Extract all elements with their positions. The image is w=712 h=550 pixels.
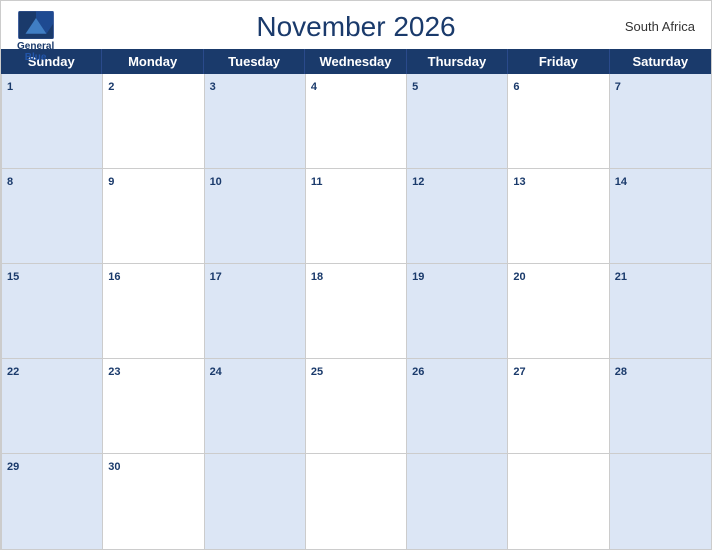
day-cell: 11 — [306, 169, 407, 264]
day-number: 8 — [7, 176, 13, 188]
logo-general: General — [17, 41, 54, 52]
day-cell: 20 — [508, 264, 609, 359]
day-cell: 2 — [103, 74, 204, 169]
day-number: 25 — [311, 366, 323, 378]
day-cell: 17 — [205, 264, 306, 359]
day-number: 23 — [108, 366, 120, 378]
day-number: 6 — [513, 81, 519, 93]
country-label: South Africa — [625, 19, 695, 34]
day-number: 17 — [210, 271, 222, 283]
logo: General Blue — [17, 11, 54, 63]
day-cell: 29 — [2, 454, 103, 549]
day-cell: 8 — [2, 169, 103, 264]
day-cell: 6 — [508, 74, 609, 169]
logo-blue: Blue — [25, 52, 47, 63]
day-number: 2 — [108, 81, 114, 93]
day-number: 26 — [412, 366, 424, 378]
day-headers: Sunday Monday Tuesday Wednesday Thursday… — [1, 49, 711, 74]
day-number: 9 — [108, 176, 114, 188]
day-header-thursday: Thursday — [407, 49, 508, 74]
day-number: 4 — [311, 81, 317, 93]
day-cell — [205, 454, 306, 549]
calendar: General Blue November 2026 South Africa … — [0, 0, 712, 550]
day-cell: 1 — [2, 74, 103, 169]
day-number: 13 — [513, 176, 525, 188]
day-cell: 28 — [610, 359, 711, 454]
day-cell: 27 — [508, 359, 609, 454]
day-header-wednesday: Wednesday — [305, 49, 406, 74]
day-cell: 7 — [610, 74, 711, 169]
day-number: 22 — [7, 366, 19, 378]
day-cell: 12 — [407, 169, 508, 264]
day-number: 3 — [210, 81, 216, 93]
day-number: 16 — [108, 271, 120, 283]
day-cell: 4 — [306, 74, 407, 169]
calendar-grid: 1234567891011121314151617181920212223242… — [1, 74, 711, 549]
day-cell — [508, 454, 609, 549]
day-cell: 3 — [205, 74, 306, 169]
day-number: 24 — [210, 366, 222, 378]
day-cell: 13 — [508, 169, 609, 264]
day-number: 12 — [412, 176, 424, 188]
day-cell: 5 — [407, 74, 508, 169]
day-number: 20 — [513, 271, 525, 283]
day-cell: 26 — [407, 359, 508, 454]
day-number: 5 — [412, 81, 418, 93]
day-number: 14 — [615, 176, 627, 188]
day-cell: 22 — [2, 359, 103, 454]
day-cell: 23 — [103, 359, 204, 454]
day-cell: 25 — [306, 359, 407, 454]
day-header-saturday: Saturday — [610, 49, 711, 74]
day-number: 18 — [311, 271, 323, 283]
day-cell: 9 — [103, 169, 204, 264]
day-cell: 19 — [407, 264, 508, 359]
day-number: 10 — [210, 176, 222, 188]
day-cell: 21 — [610, 264, 711, 359]
day-number: 7 — [615, 81, 621, 93]
day-number: 27 — [513, 366, 525, 378]
calendar-header: General Blue November 2026 South Africa — [1, 1, 711, 49]
day-number: 1 — [7, 81, 13, 93]
day-cell: 10 — [205, 169, 306, 264]
day-number: 11 — [311, 176, 323, 188]
day-number: 19 — [412, 271, 424, 283]
day-cell: 30 — [103, 454, 204, 549]
month-title: November 2026 — [256, 11, 455, 43]
day-cell: 15 — [2, 264, 103, 359]
day-header-tuesday: Tuesday — [204, 49, 305, 74]
day-cell: 18 — [306, 264, 407, 359]
day-cell — [407, 454, 508, 549]
day-header-monday: Monday — [102, 49, 203, 74]
logo-icon — [18, 11, 54, 39]
day-cell — [306, 454, 407, 549]
day-number: 28 — [615, 366, 627, 378]
day-cell: 14 — [610, 169, 711, 264]
day-cell — [610, 454, 711, 549]
day-header-friday: Friday — [508, 49, 609, 74]
day-number: 21 — [615, 271, 627, 283]
day-number: 30 — [108, 461, 120, 473]
day-number: 15 — [7, 271, 19, 283]
day-cell: 16 — [103, 264, 204, 359]
day-number: 29 — [7, 461, 19, 473]
day-cell: 24 — [205, 359, 306, 454]
